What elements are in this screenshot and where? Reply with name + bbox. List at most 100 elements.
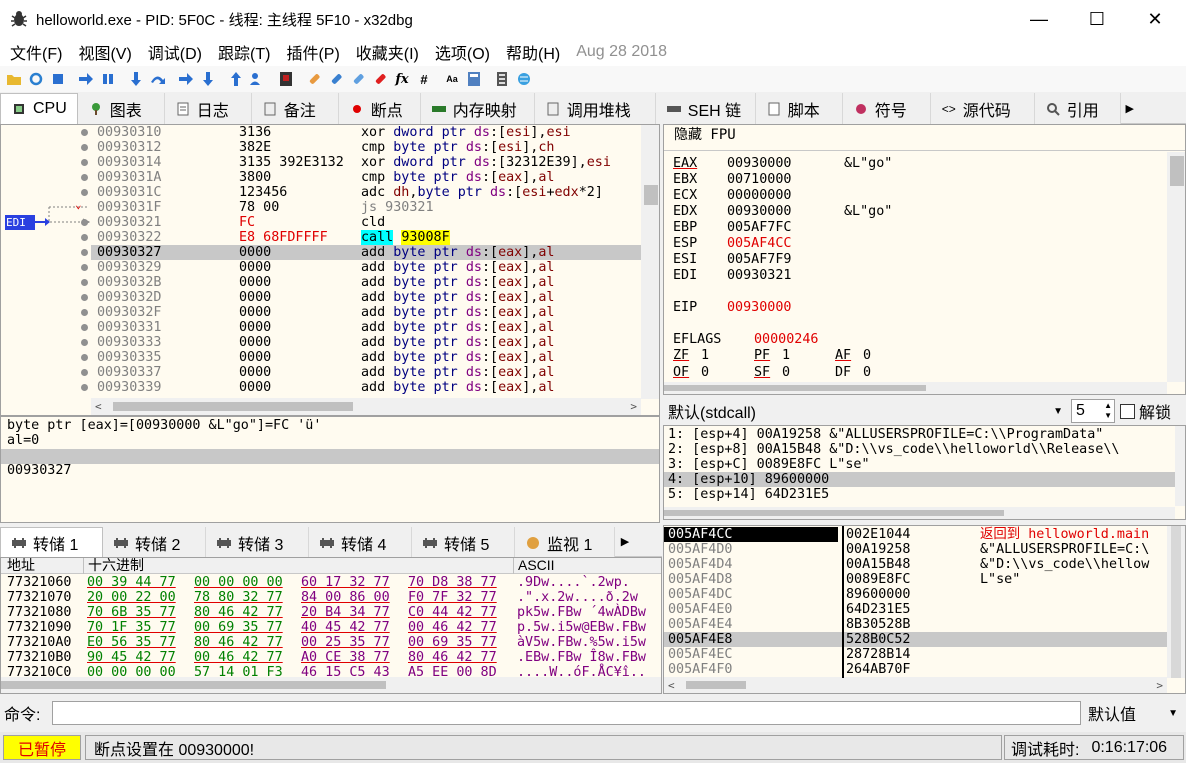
tab-symbols[interactable]: 符号 [842, 93, 931, 124]
dump-tab-scroll-right-icon[interactable]: ▶ [615, 527, 635, 556]
breakpoint-dot[interactable] [81, 219, 88, 226]
tab-cpu[interactable]: CPU [0, 93, 78, 124]
menu-debug[interactable]: 调试(D) [140, 40, 210, 64]
tab-dump-3[interactable]: 转储 3 [206, 527, 309, 558]
stack-row[interactable]: 005AF4E4 8B30528B [664, 617, 1167, 632]
disasm-row[interactable]: 00930310 3136 xor dword ptr ds:[esi],esi [91, 125, 641, 140]
breakpoint-dot[interactable] [81, 129, 88, 136]
tab-dump-6[interactable]: 监视 1 [515, 527, 615, 558]
trace-over-icon[interactable] [198, 69, 218, 89]
breakpoint-dot[interactable] [81, 249, 88, 256]
breakpoint-dot[interactable] [81, 144, 88, 151]
tab-script[interactable]: 脚本 [755, 93, 843, 124]
label-icon[interactable] [348, 69, 368, 89]
menu-file[interactable]: 文件(F) [2, 40, 70, 64]
tab-dump-5[interactable]: 转储 5 [412, 527, 515, 558]
function-icon[interactable]: fx [392, 69, 412, 89]
tab-source[interactable]: <> 源代码 [930, 93, 1035, 124]
breakpoint-dot[interactable] [81, 294, 88, 301]
strings-icon[interactable]: Aa [442, 69, 462, 89]
args-vertical-scrollbar[interactable] [1175, 426, 1185, 506]
breakpoint-dot[interactable] [81, 174, 88, 181]
settings-icon[interactable] [492, 69, 512, 89]
registers-horizontal-scrollbar[interactable] [664, 382, 1167, 394]
pause-icon[interactable] [98, 69, 118, 89]
breakpoint-dot[interactable] [81, 279, 88, 286]
stack-argument[interactable]: 4: [esp+10] 89600000 [664, 472, 1175, 487]
stop-icon[interactable] [48, 69, 68, 89]
flag-value[interactable]: 1 [701, 348, 709, 363]
register-row[interactable]: EFLAGS 00000246 [664, 332, 1164, 347]
register-row[interactable]: EBX 00710000 [664, 172, 1164, 187]
breakpoint-dot[interactable]: ⌄ [75, 197, 82, 211]
stack-vertical-scrollbar[interactable] [1167, 526, 1185, 678]
tab-breakpoints[interactable]: 断点 [338, 93, 421, 124]
arg-count-spinbox[interactable]: 5 ▲ ▼ [1071, 399, 1115, 423]
dump-row[interactable]: 77321060 00 39 44 77 00 00 00 00 60 17 32 7… [1, 575, 661, 590]
breakpoint-dot[interactable] [81, 384, 88, 391]
breakpoint-dot[interactable] [81, 369, 88, 376]
tab-graph[interactable]: 图表 [77, 93, 165, 124]
stack-horizontal-scrollbar[interactable]: < > [664, 677, 1167, 693]
flag-value[interactable]: 1 [782, 348, 790, 363]
run-icon[interactable] [76, 69, 96, 89]
stack-argument[interactable]: 1: [esp+4] 00A19258 &"ALLUSERSPROFILE=C:… [664, 427, 1175, 442]
disasm-row[interactable]: 0093032D 0000 add byte ptr ds:[eax],al [91, 290, 641, 305]
disasm-vertical-scrollbar[interactable] [641, 125, 659, 399]
registers-view[interactable]: 隐藏 FPU EAX 00930000 &L"go" EBX 00710000 ECX 00… [663, 124, 1186, 395]
tab-scroll-right-icon[interactable]: ▶ [1121, 93, 1139, 124]
registers-header[interactable]: 隐藏 FPU [664, 125, 1185, 151]
breakpoint-dot[interactable] [81, 234, 88, 241]
comment-icon[interactable] [326, 69, 346, 89]
tab-notes[interactable]: 备注 [251, 93, 339, 124]
calling-convention-select[interactable]: 默认(stdcall) ▼ [665, 399, 1067, 423]
disasm-horizontal-scrollbar[interactable]: < > [91, 398, 641, 415]
registers-vertical-scrollbar[interactable] [1167, 152, 1185, 382]
register-row[interactable]: ESI 005AF7F9 [664, 252, 1164, 267]
stack-row[interactable]: 005AF4F0 264AB70F [664, 662, 1167, 677]
flag-value[interactable]: 0 [863, 365, 871, 380]
execute-till-return-icon[interactable] [226, 69, 246, 89]
stack-row[interactable]: 005AF4D4 00A15B48 &"D:\\vs_code\\hellow [664, 557, 1167, 572]
breakpoint-dot[interactable] [81, 309, 88, 316]
dump-row[interactable]: 77321080 70 6B 35 77 80 46 42 77 20 B4 34 7… [1, 605, 661, 620]
stack-row[interactable]: 005AF4E8 528B0C52 [664, 632, 1167, 647]
disasm-row[interactable]: 0093032B 0000 add byte ptr ds:[eax],al [91, 275, 641, 290]
dump-horizontal-scrollbar[interactable] [1, 677, 661, 693]
command-input[interactable] [52, 701, 1081, 725]
disasm-row[interactable]: 00930327 0000 add byte ptr ds:[eax],al [91, 245, 641, 260]
scylla-icon[interactable] [276, 69, 296, 89]
hex-dump-view[interactable]: 地址 十六进制 ASCII 77321060 00 39 44 77 00 00 0… [0, 557, 662, 694]
disasm-row[interactable]: 0093031C 123456 adc dh,byte ptr ds:[esi+ed… [91, 185, 641, 200]
disasm-row[interactable]: 00930339 0000 add byte ptr ds:[eax],al [91, 380, 641, 395]
disasm-row[interactable]: 00930337 0000 add byte ptr ds:[eax],al [91, 365, 641, 380]
tab-call-stack[interactable]: 调用堆栈 [534, 93, 656, 124]
breakpoint-dot[interactable] [81, 264, 88, 271]
tab-seh-chain[interactable]: SEH 链 [655, 93, 756, 124]
command-type-select[interactable]: 默认值 ▼ [1084, 701, 1184, 725]
disasm-row[interactable]: 00930312 382E cmp byte ptr ds:[esi],ch [91, 140, 641, 155]
stack-view[interactable]: 005AF4CC 002E1044 返回到 helloworld.main 005AF… [663, 525, 1186, 694]
globe-icon[interactable] [514, 69, 534, 89]
disasm-row[interactable]: 00930322 E8 68FDFFFF call 93008F [91, 230, 641, 245]
hide-fpu-button[interactable]: 隐藏 FPU [674, 127, 736, 143]
disasm-row[interactable]: 00930314 3135 392E3132 xor dword ptr ds:[3… [91, 155, 641, 170]
flag-value[interactable]: 0 [701, 365, 709, 380]
breakpoint-dot[interactable] [81, 189, 88, 196]
breakpoint-dot[interactable] [81, 354, 88, 361]
menu-trace[interactable]: 跟踪(T) [210, 40, 278, 64]
flag-value[interactable]: 0 [782, 365, 790, 380]
dump-row[interactable]: 773210B0 90 45 42 77 00 46 42 77 A0 CE 38 7… [1, 650, 661, 665]
disasm-row[interactable]: 0093031A 3800 cmp byte ptr ds:[eax],al [91, 170, 641, 185]
close-button[interactable]: ✕ [1126, 0, 1184, 38]
tab-memory-map[interactable]: 内存映射 [420, 93, 535, 124]
dump-row[interactable]: 77321070 20 00 22 00 78 80 32 77 84 00 86 0… [1, 590, 661, 605]
register-row[interactable]: EDX 00930000 &L"go" [664, 204, 1164, 219]
disasm-row[interactable]: 00930321 FC cld [91, 215, 641, 230]
step-over-icon[interactable] [148, 69, 168, 89]
dump-row[interactable]: 773210A0 E0 56 35 77 80 46 42 77 00 25 35 7… [1, 635, 661, 650]
breakpoint-dot[interactable] [81, 339, 88, 346]
disasm-row[interactable]: 0093032F 0000 add byte ptr ds:[eax],al [91, 305, 641, 320]
disassembly-view[interactable]: EDI ⌄ 00930310 3136 xor dword ptr ds:[esi]… [0, 124, 660, 416]
disasm-row[interactable]: 00930333 0000 add byte ptr ds:[eax],al [91, 335, 641, 350]
